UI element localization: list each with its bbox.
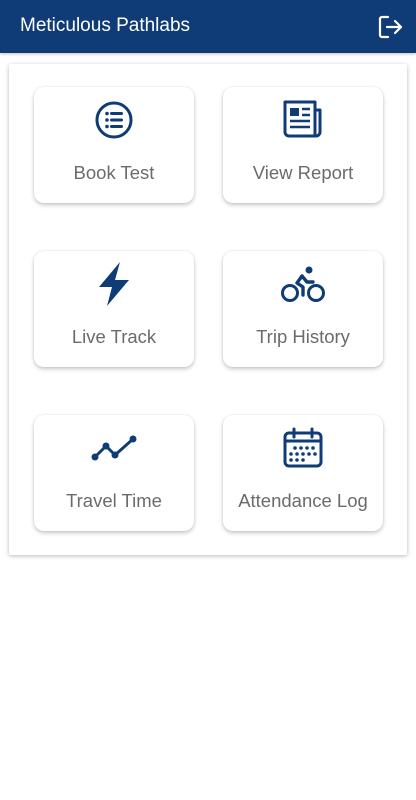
app-bar: Meticulous Pathlabs [0, 0, 416, 53]
travel-time-tile[interactable]: Travel Time [34, 415, 194, 531]
lightning-icon [34, 262, 194, 306]
dashboard-panel: Book Test View Report Live Track Trip Hi… [9, 64, 407, 555]
live-track-label: Live Track [71, 326, 157, 347]
view-report-label: View Report [252, 162, 354, 183]
view-report-tile[interactable]: View Report [223, 87, 383, 203]
trip-history-tile[interactable]: Trip History [223, 251, 383, 367]
app-title: Meticulous Pathlabs [20, 15, 191, 36]
calendar-icon [223, 427, 383, 469]
book-test-tile[interactable]: Book Test [34, 87, 194, 203]
book-test-label: Book Test [73, 162, 155, 183]
list-icon [34, 99, 194, 141]
attendance-log-label: Attendance Log [238, 490, 368, 511]
line-chart-icon [34, 427, 194, 469]
live-track-tile[interactable]: Live Track [34, 251, 194, 367]
bicycle-icon [223, 263, 383, 305]
travel-time-label: Travel Time [66, 490, 162, 511]
attendance-log-tile[interactable]: Attendance Log [223, 415, 383, 531]
newspaper-icon [223, 99, 383, 141]
trip-history-label: Trip History [256, 326, 350, 347]
logout-icon[interactable] [376, 13, 404, 41]
